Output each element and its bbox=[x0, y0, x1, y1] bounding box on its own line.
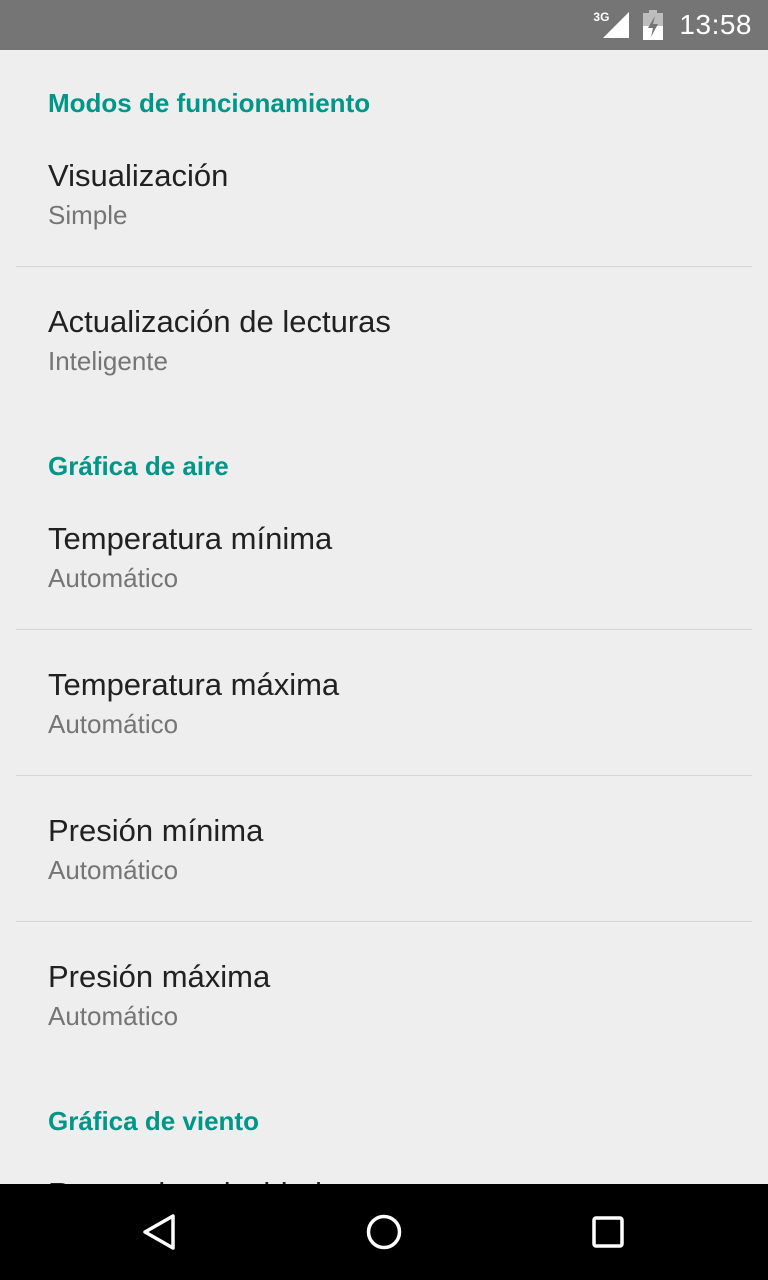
pref-summary: Inteligente bbox=[48, 346, 168, 376]
pref-presion-minima[interactable]: Presión mínima Automático bbox=[0, 813, 768, 959]
pref-temperatura-maxima[interactable]: Temperatura máxima Automático bbox=[0, 667, 768, 813]
pref-title: Presión máxima bbox=[48, 959, 271, 994]
pref-title: Presión mínima bbox=[48, 813, 264, 848]
section-header-grafica-aire: Gráfica de aire bbox=[48, 451, 229, 481]
recents-icon bbox=[592, 1216, 624, 1248]
pref-title: Visualización bbox=[48, 158, 229, 193]
recents-button[interactable] bbox=[578, 1202, 638, 1262]
status-icons: 3G 13:58 bbox=[593, 0, 752, 50]
pref-visualizacion[interactable]: Visualización Simple bbox=[0, 158, 768, 304]
pref-summary: Automático bbox=[48, 563, 179, 593]
pref-summary: Simple bbox=[48, 200, 128, 230]
pref-title: Rango de velocidad bbox=[48, 1176, 322, 1184]
navigation-bar bbox=[0, 1184, 768, 1280]
pref-title: Temperatura mínima bbox=[48, 521, 333, 556]
section-header-grafica-viento: Gráfica de viento bbox=[48, 1106, 259, 1136]
pref-summary: Automático bbox=[48, 709, 179, 739]
divider bbox=[16, 775, 752, 776]
back-button[interactable] bbox=[130, 1202, 190, 1262]
pref-actualizacion-lecturas[interactable]: Actualización de lecturas Inteligente bbox=[0, 304, 768, 450]
settings-list[interactable]: Modos de funcionamiento Visualización Si… bbox=[0, 50, 768, 1184]
pref-title: Actualización de lecturas bbox=[48, 304, 391, 339]
back-icon bbox=[143, 1214, 175, 1250]
divider bbox=[16, 921, 752, 922]
status-bar: 3G 13:58 bbox=[0, 0, 768, 50]
pref-rango-velocidad[interactable]: Rango de velocidad bbox=[0, 1176, 768, 1184]
pref-presion-maxima[interactable]: Presión máxima Automático bbox=[0, 959, 768, 1105]
divider bbox=[16, 629, 752, 630]
pref-summary: Automático bbox=[48, 855, 179, 885]
section-header-modos: Modos de funcionamiento bbox=[48, 88, 371, 118]
pref-title: Temperatura máxima bbox=[48, 667, 340, 702]
network-indicator: 3G bbox=[593, 10, 631, 40]
battery-charging-icon bbox=[643, 10, 664, 40]
home-button[interactable] bbox=[354, 1202, 414, 1262]
signal-icon bbox=[603, 12, 630, 38]
clock: 13:58 bbox=[679, 9, 752, 40]
divider bbox=[16, 266, 752, 267]
home-icon bbox=[366, 1214, 402, 1250]
pref-summary: Automático bbox=[48, 1001, 179, 1031]
pref-temperatura-minima[interactable]: Temperatura mínima Automático bbox=[0, 521, 768, 667]
